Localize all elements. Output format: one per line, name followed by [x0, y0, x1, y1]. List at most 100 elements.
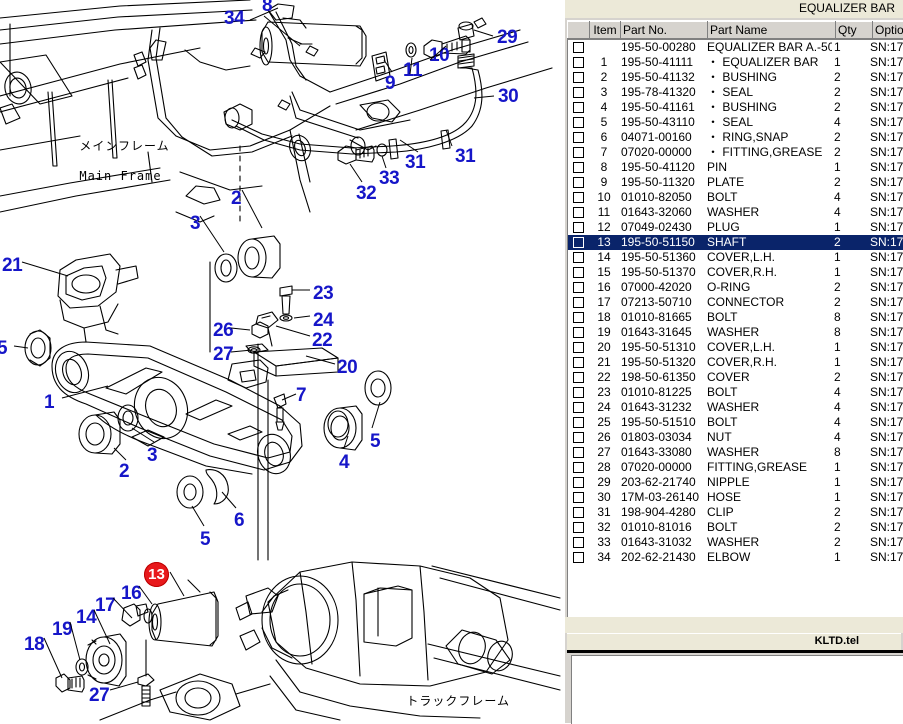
row-checkbox[interactable]: [568, 490, 589, 505]
row-checkbox[interactable]: [568, 55, 589, 70]
checkbox-icon[interactable]: [573, 357, 584, 368]
diagram-callout-9[interactable]: 9: [385, 74, 395, 93]
row-checkbox[interactable]: [568, 160, 589, 175]
table-row[interactable]: 1195-50-41111・ EQUALIZER BAR1SN:17743--: [568, 55, 903, 70]
table-row[interactable]: 3195-78-41320・ SEAL2SN:17743--: [568, 85, 903, 100]
table-row[interactable]: 14195-50-51360COVER,L.H.1SN:17743--: [568, 250, 903, 265]
checkbox-icon[interactable]: [573, 42, 584, 53]
diagram-callout-33[interactable]: 33: [379, 169, 399, 188]
checkbox-icon[interactable]: [573, 267, 584, 278]
checkbox-icon[interactable]: [573, 252, 584, 263]
diagram-callout-3-a[interactable]: 3: [190, 214, 200, 233]
checkbox-icon[interactable]: [573, 162, 584, 173]
table-row[interactable]: 15195-50-51370COVER,R.H.1SN:17743--: [568, 265, 903, 280]
row-checkbox[interactable]: [568, 175, 589, 190]
table-row[interactable]: 20195-50-51310COVER,L.H.1SN:17743--: [568, 340, 903, 355]
row-checkbox[interactable]: [568, 550, 589, 565]
diagram-callout-32[interactable]: 32: [356, 184, 376, 203]
diagram-callout-4[interactable]: 4: [339, 453, 349, 472]
diagram-callout-23[interactable]: 23: [313, 284, 333, 303]
checkbox-icon[interactable]: [573, 312, 584, 323]
row-checkbox[interactable]: [568, 265, 589, 280]
diagram-callout-5-a[interactable]: 5: [0, 339, 7, 358]
selected-part-marker[interactable]: 13: [144, 562, 169, 587]
row-checkbox[interactable]: [568, 325, 589, 340]
checkbox-icon[interactable]: [573, 432, 584, 443]
row-checkbox[interactable]: [568, 475, 589, 490]
row-checkbox[interactable]: [568, 250, 589, 265]
table-row[interactable]: 29203-62-21740NIPPLE1SN:17743--: [568, 475, 903, 490]
checkbox-icon[interactable]: [573, 417, 584, 428]
checkbox-icon[interactable]: [573, 207, 584, 218]
row-checkbox[interactable]: [568, 85, 589, 100]
table-row[interactable]: 195-50-00280EQUALIZER BAR A.-501SN:17743…: [568, 40, 903, 55]
parts-diagram-pane[interactable]: 34 8 29 10 11 9 30 31 31 33 32 2 3 21 23…: [0, 0, 565, 723]
diagram-callout-18[interactable]: 18: [24, 635, 44, 654]
row-checkbox[interactable]: [568, 535, 589, 550]
diagram-callout-17[interactable]: 17: [95, 596, 115, 615]
column-header-check[interactable]: [568, 22, 590, 39]
checkbox-icon[interactable]: [573, 282, 584, 293]
row-checkbox[interactable]: [568, 100, 589, 115]
checkbox-icon[interactable]: [573, 507, 584, 518]
checkbox-icon[interactable]: [573, 222, 584, 233]
table-row[interactable]: 1607000-42020O-RING2SN:17743--: [568, 280, 903, 295]
diagram-callout-27-a[interactable]: 27: [213, 345, 233, 364]
diagram-callout-29[interactable]: 29: [497, 28, 517, 47]
row-checkbox[interactable]: [568, 145, 589, 160]
diagram-callout-21[interactable]: 21: [2, 256, 22, 275]
checkbox-icon[interactable]: [573, 402, 584, 413]
column-header-item[interactable]: Item: [590, 22, 621, 39]
checkbox-icon[interactable]: [573, 522, 584, 533]
row-checkbox[interactable]: [568, 445, 589, 460]
table-row[interactable]: 2195-50-41132・ BUSHING2SN:17743--: [568, 70, 903, 85]
table-row[interactable]: 8195-50-41120PIN1SN:17743--: [568, 160, 903, 175]
row-checkbox[interactable]: [568, 415, 589, 430]
row-checkbox[interactable]: [568, 520, 589, 535]
diagram-callout-30[interactable]: 30: [498, 87, 518, 106]
checkbox-icon[interactable]: [573, 102, 584, 113]
table-row[interactable]: 707020-00000・ FITTING,GREASE2SN:17743--: [568, 145, 903, 160]
table-row[interactable]: 1207049-02430PLUG1SN:17743--: [568, 220, 903, 235]
row-checkbox[interactable]: [568, 190, 589, 205]
table-row[interactable]: 21195-50-51320COVER,R.H.1SN:17743--: [568, 355, 903, 370]
table-row[interactable]: 1101643-32060WASHER4SN:17743--: [568, 205, 903, 220]
row-checkbox[interactable]: [568, 310, 589, 325]
diagram-callout-22[interactable]: 22: [312, 331, 332, 350]
row-checkbox[interactable]: [568, 235, 589, 250]
checkbox-icon[interactable]: [573, 177, 584, 188]
row-checkbox[interactable]: [568, 70, 589, 85]
row-checkbox[interactable]: [568, 430, 589, 445]
table-row[interactable]: 1707213-50710CONNECTOR2SN:17743--: [568, 295, 903, 310]
table-row[interactable]: 31198-904-4280CLIP2SN:17743--: [568, 505, 903, 520]
row-checkbox[interactable]: [568, 115, 589, 130]
table-row[interactable]: 2401643-31232WASHER4SN:17743--: [568, 400, 903, 415]
table-row[interactable]: 1001010-82050BOLT4SN:17743--: [568, 190, 903, 205]
checkbox-icon[interactable]: [573, 87, 584, 98]
checkbox-icon[interactable]: [573, 477, 584, 488]
diagram-callout-3-b[interactable]: 3: [147, 446, 157, 465]
diagram-callout-34[interactable]: 34: [224, 9, 244, 28]
diagram-callout-27-b[interactable]: 27: [89, 686, 109, 705]
table-row[interactable]: 25195-50-51510BOLT4SN:17743--: [568, 415, 903, 430]
checkbox-icon[interactable]: [573, 552, 584, 563]
checkbox-icon[interactable]: [573, 492, 584, 503]
checkbox-icon[interactable]: [573, 462, 584, 473]
checkbox-icon[interactable]: [573, 387, 584, 398]
table-row[interactable]: 1801010-81665BOLT8SN:17743--: [568, 310, 903, 325]
diagram-callout-5-c[interactable]: 5: [200, 530, 210, 549]
row-checkbox[interactable]: [568, 280, 589, 295]
diagram-callout-5-b[interactable]: 5: [370, 432, 380, 451]
column-header-partname[interactable]: Part Name: [708, 22, 836, 39]
diagram-callout-11[interactable]: 11: [403, 61, 422, 80]
table-row[interactable]: 13195-50-51150SHAFT2SN:17743--: [568, 235, 903, 250]
row-checkbox[interactable]: [568, 370, 589, 385]
row-checkbox[interactable]: [568, 220, 589, 235]
table-row[interactable]: 2601803-03034NUT4SN:17743--: [568, 430, 903, 445]
column-header-partno[interactable]: Part No.: [621, 22, 708, 39]
checkbox-icon[interactable]: [573, 72, 584, 83]
row-checkbox[interactable]: [568, 460, 589, 475]
checkbox-icon[interactable]: [573, 342, 584, 353]
column-header-options[interactable]: Options: [873, 22, 903, 39]
parts-grid-body[interactable]: 195-50-00280EQUALIZER BAR A.-501SN:17743…: [567, 39, 903, 617]
